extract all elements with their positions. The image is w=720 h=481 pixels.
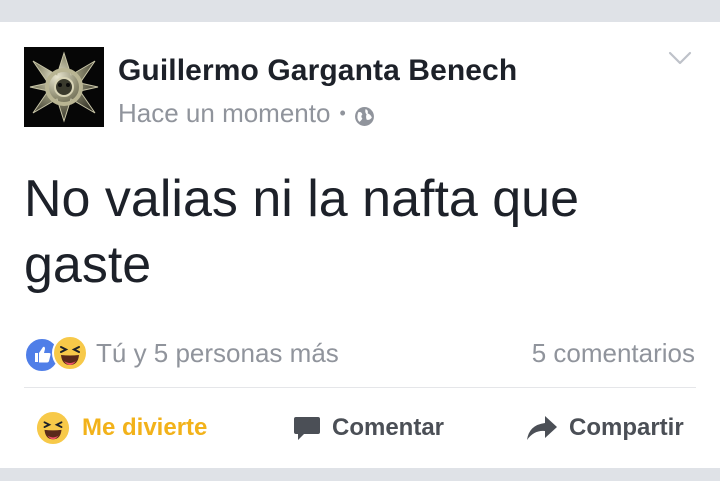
top-feed-separator [0, 0, 720, 22]
reaction-button-label: Me divierte [82, 414, 208, 441]
haha-icon [52, 335, 88, 371]
comments-count[interactable]: 5 comentarios [532, 338, 695, 369]
globe-icon[interactable] [354, 103, 375, 126]
share-button[interactable]: Compartir [526, 404, 684, 452]
share-arrow-icon [526, 413, 558, 443]
post-timestamp[interactable]: Hace un momento [118, 98, 330, 129]
post-text: No valias ni la nafta que gaste [24, 170, 580, 294]
comment-button-label: Comentar [332, 414, 445, 441]
share-button-label: Compartir [569, 414, 684, 441]
chevron-down-icon[interactable] [668, 50, 692, 66]
post-meta: Hace un momento • [118, 98, 375, 129]
haha-icon [36, 411, 70, 445]
author-name[interactable]: Guillermo Garganta Benech [118, 54, 517, 88]
post-actions: Me divierte Comentar Compartir [0, 404, 720, 452]
comment-button[interactable]: Comentar [292, 404, 444, 452]
meta-separator: • [339, 103, 346, 123]
reaction-summary[interactable]: Tú y 5 personas más [24, 335, 339, 373]
reaction-button[interactable]: Me divierte [36, 404, 207, 452]
divider [24, 387, 696, 388]
reaction-icons [24, 335, 90, 373]
comment-icon [292, 413, 322, 443]
reaction-summary-label[interactable]: Tú y 5 personas más [96, 338, 339, 369]
author-avatar[interactable] [24, 47, 104, 127]
bottom-feed-separator [0, 468, 720, 481]
